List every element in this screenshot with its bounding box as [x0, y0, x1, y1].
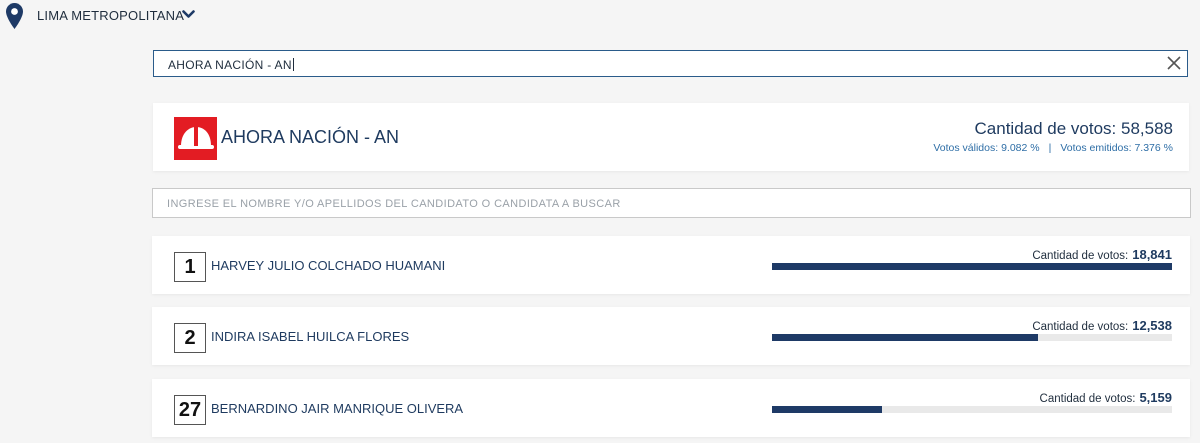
location-pin-icon [6, 3, 23, 29]
party-summary-card: AHORA NACIÓN - AN Cantidad de votos: 58,… [153, 103, 1189, 171]
close-icon[interactable] [1167, 56, 1181, 70]
candidate-number: 1 [174, 252, 206, 282]
candidate-name: BERNARDINO JAIR MANRIQUE OLIVERA [211, 401, 464, 416]
candidate-number: 2 [174, 323, 206, 353]
vote-bar-fill [772, 406, 882, 413]
candidate-search-placeholder: INGRESE EL NOMBRE Y/O APELLIDOS DEL CAND… [167, 198, 621, 210]
vote-bar-track [772, 334, 1172, 341]
helmet-logo-icon [178, 127, 214, 149]
party-vote-percentages: Votos válidos: 9.082 % | Votos emitidos: 7… [933, 142, 1173, 154]
candidate-card[interactable]: 1 HARVEY JULIO COLCHADO HUAMANI Cantidad… [152, 236, 1190, 294]
vote-bar-fill [772, 334, 1038, 341]
candidate-votes: Cantidad de votos: 18,841 [1032, 247, 1172, 262]
candidate-card[interactable]: 2 INDIRA ISABEL HUILCA FLORES Cantidad d… [152, 307, 1190, 365]
vote-bar-track [772, 406, 1172, 413]
candidate-card[interactable]: 27 BERNARDINO JAIR MANRIQUE OLIVERA Cant… [152, 379, 1190, 437]
emitted-votes-percent: Votos emitidos: 7.376 % [1060, 142, 1173, 154]
party-search-value: AHORA NACIÓN - AN [168, 58, 294, 72]
candidate-search-input[interactable]: INGRESE EL NOMBRE Y/O APELLIDOS DEL CAND… [152, 188, 1191, 218]
candidate-name: HARVEY JULIO COLCHADO HUAMANI [211, 258, 446, 273]
party-search-input[interactable]: AHORA NACIÓN - AN [153, 50, 1188, 77]
candidate-name: INDIRA ISABEL HUILCA FLORES [211, 329, 410, 344]
party-votes-total: Cantidad de votos: 58,588 [974, 119, 1173, 138]
candidate-votes: Cantidad de votos: 5,159 [1039, 390, 1172, 405]
chevron-down-icon[interactable] [182, 10, 195, 19]
vote-bar-track [772, 263, 1172, 270]
party-name: AHORA NACIÓN - AN [221, 127, 400, 147]
candidate-votes: Cantidad de votos: 12,538 [1032, 318, 1172, 333]
region-label: LIMA METROPOLITANA [37, 8, 185, 23]
candidate-number: 27 [174, 395, 206, 425]
region-selector[interactable]: LIMA METROPOLITANA [0, 0, 300, 30]
valid-votes-percent: Votos válidos: 9.082 % [933, 142, 1040, 154]
party-logo [174, 117, 217, 160]
vote-bar-fill [772, 263, 1172, 270]
